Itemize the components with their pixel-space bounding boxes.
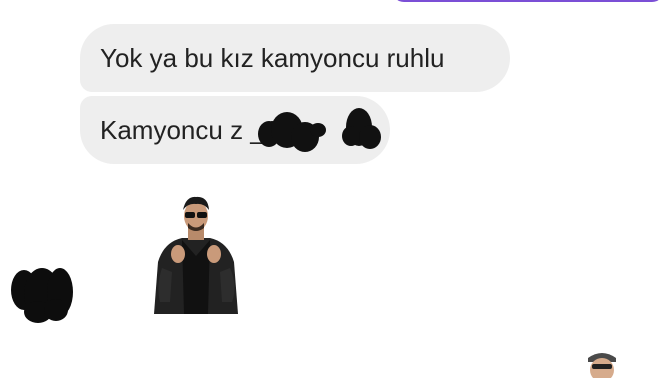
redaction-scribble bbox=[258, 108, 381, 152]
message-text: Yok ya bu kız kamyoncu ruhlu bbox=[100, 43, 445, 73]
sent-message-bubble[interactable] bbox=[392, 0, 664, 2]
man-sunglasses-leather-jacket-sticker[interactable] bbox=[148, 190, 244, 318]
partial-sticker-bottom-right[interactable] bbox=[582, 346, 622, 378]
message-text: Kamyoncu z _1 bbox=[100, 115, 280, 145]
avatar[interactable] bbox=[8, 262, 76, 326]
received-message-bubble[interactable]: Yok ya bu kız kamyoncu ruhlu bbox=[80, 24, 510, 92]
